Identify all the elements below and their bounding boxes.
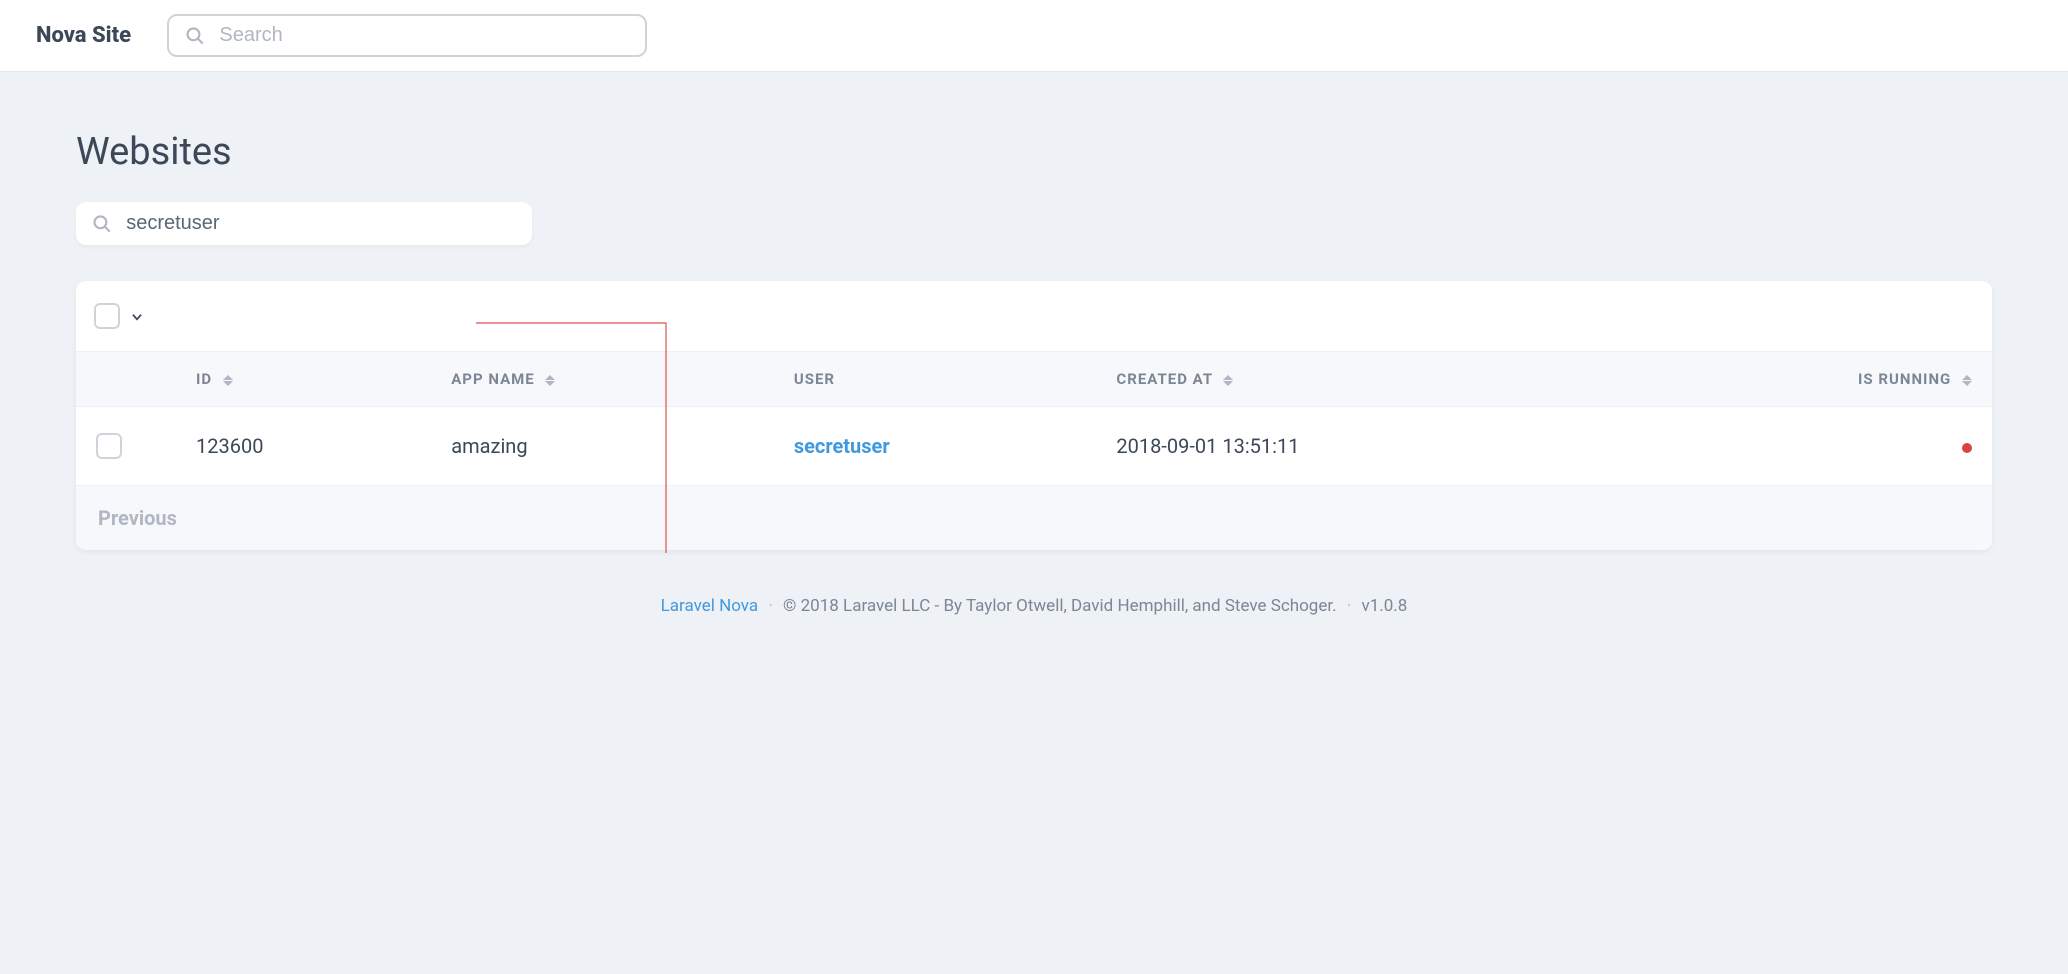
card-toolbar [76,281,1992,351]
sort-icon [1223,375,1233,386]
footer-copyright: © 2018 Laravel LLC - By Taylor Otwell, D… [783,596,1337,616]
sort-icon [1962,375,1972,386]
header-id[interactable]: ID [176,352,431,407]
content: Websites ID [0,72,2068,656]
cell-app-name: amazing [431,407,774,486]
footer-link[interactable]: Laravel Nova [661,596,759,616]
resource-table: ID APP NAME USER CREATED AT [76,351,1992,486]
cell-created-at: 2018-09-01 13:51:11 [1096,407,1626,486]
global-search-input[interactable] [219,24,629,47]
card-footer: Previous [76,486,1992,550]
chevron-down-icon[interactable] [130,309,144,323]
resource-search-input[interactable] [126,212,516,235]
sort-icon [223,375,233,386]
page-title: Websites [76,130,1992,174]
resource-card: ID APP NAME USER CREATED AT [76,281,1992,550]
header-user[interactable]: USER [774,352,1097,407]
header-app-name[interactable]: APP NAME [431,352,774,407]
footer-separator: · [768,596,772,616]
select-all-checkbox[interactable] [94,303,120,329]
previous-button[interactable]: Previous [98,506,177,530]
user-link[interactable]: secretuser [794,434,890,458]
table-header-row: ID APP NAME USER CREATED AT [76,352,1992,407]
header-created-at[interactable]: CREATED AT [1096,352,1626,407]
footer-separator: · [1347,596,1351,616]
topbar: Nova Site [0,0,2068,72]
cell-is-running [1626,407,1992,486]
row-checkbox[interactable] [96,433,122,459]
header-is-running-label: IS RUNNING [1858,370,1951,388]
header-checkbox-col [76,352,176,407]
header-is-running[interactable]: IS RUNNING [1626,352,1992,407]
resource-search[interactable] [76,202,532,245]
header-id-label: ID [196,370,212,388]
cell-user: secretuser [774,407,1097,486]
status-dot-icon [1962,443,1972,453]
global-search[interactable] [167,14,647,57]
header-user-label: USER [794,370,835,388]
page-footer: Laravel Nova · © 2018 Laravel LLC - By T… [76,596,1992,616]
search-icon [92,213,112,235]
footer-version: v1.0.8 [1361,596,1407,616]
sort-icon [545,375,555,386]
header-created-at-label: CREATED AT [1116,370,1212,388]
search-icon [185,25,205,47]
row-checkbox-cell [76,407,176,486]
brand-title: Nova Site [36,23,131,48]
header-app-name-label: APP NAME [451,370,535,388]
table-row[interactable]: 123600 amazing secretuser 2018-09-01 13:… [76,407,1992,486]
cell-id: 123600 [176,407,431,486]
